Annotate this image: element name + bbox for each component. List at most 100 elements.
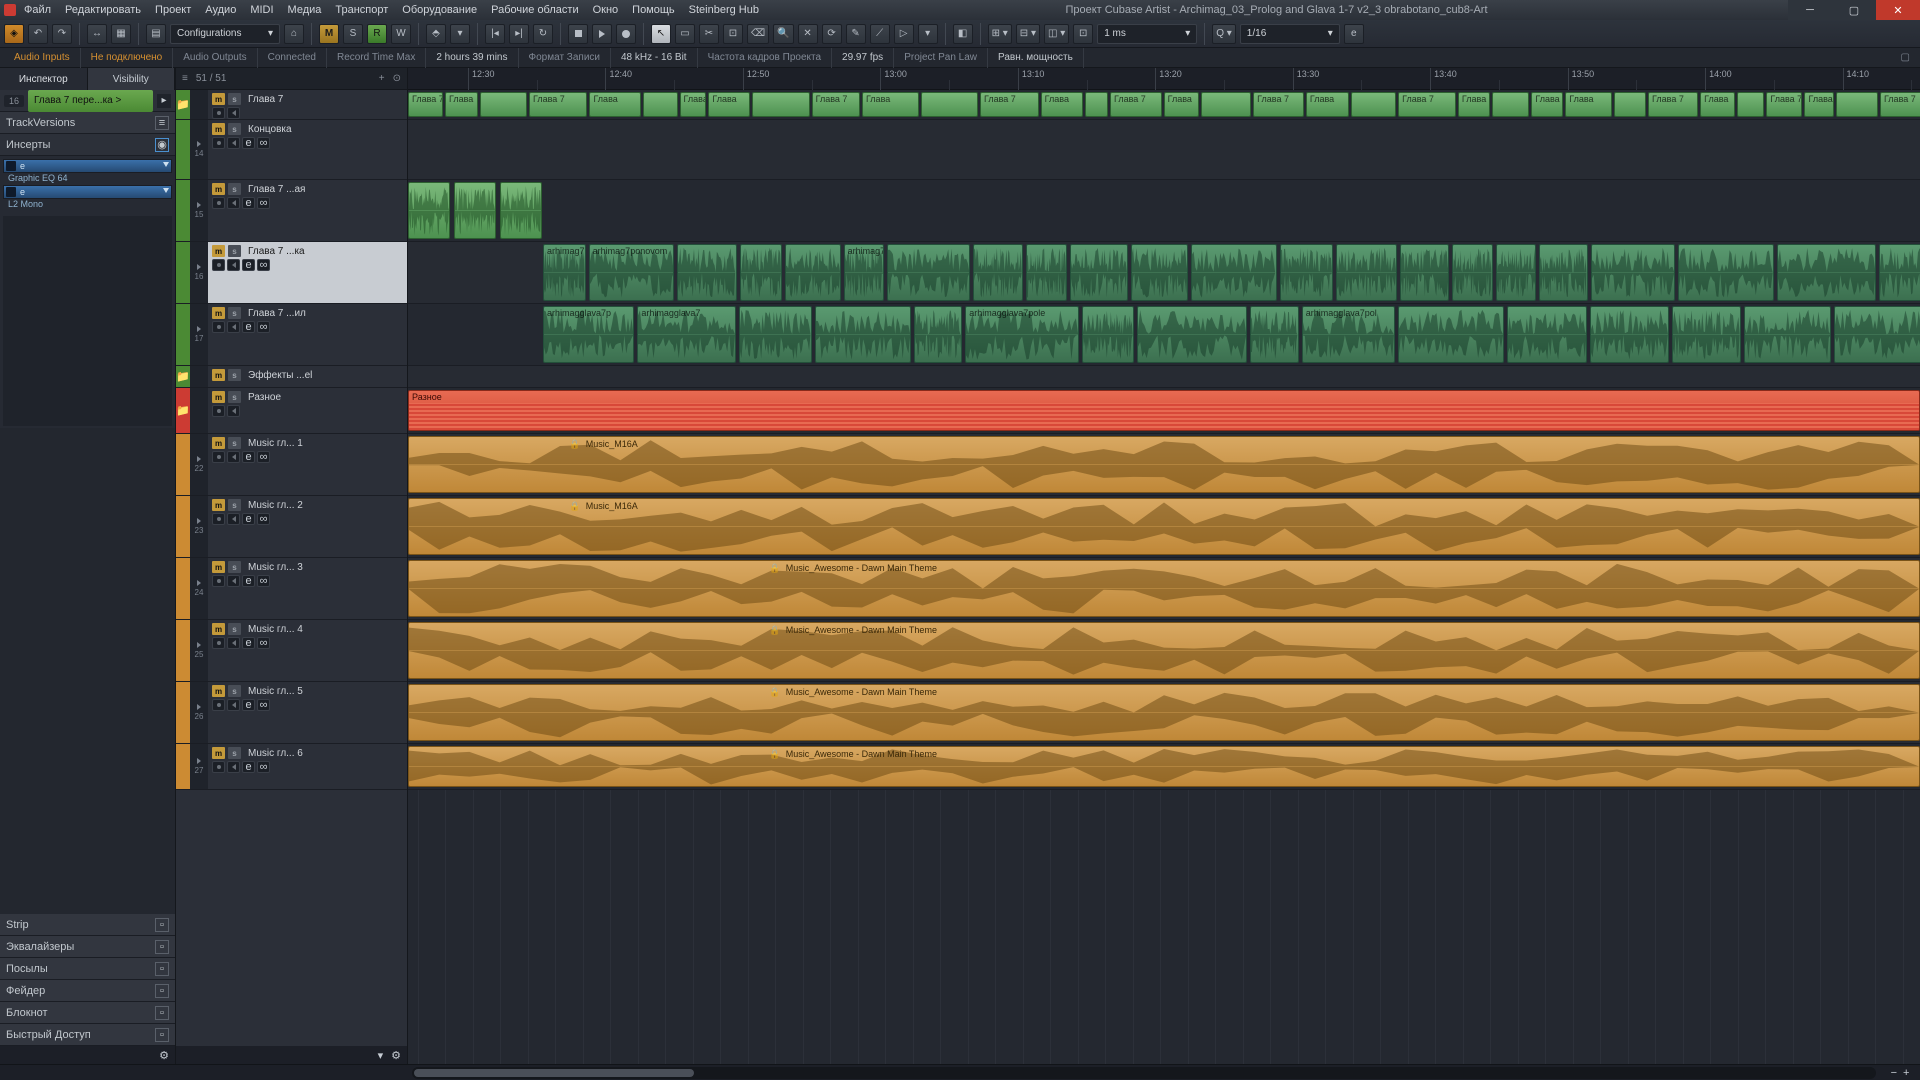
menu-midi[interactable]: MIDI	[244, 2, 279, 18]
audio-clip[interactable]: Глава	[589, 92, 641, 117]
audio-clip[interactable]	[1070, 244, 1128, 301]
audio-clip[interactable]	[1492, 92, 1529, 117]
freeze[interactable]: ∞	[257, 321, 270, 333]
power-icon[interactable]	[6, 161, 16, 171]
track-mute[interactable]: m	[212, 437, 225, 449]
menu-hub[interactable]: Steinberg Hub	[683, 2, 765, 18]
track-solo[interactable]: s	[228, 561, 241, 573]
write-button[interactable]: W	[391, 24, 411, 44]
glue-tool[interactable]: ⊡	[723, 24, 743, 44]
scrollbar-thumb[interactable]	[414, 1069, 694, 1077]
monitor[interactable]	[227, 575, 240, 587]
trackversions-section[interactable]: TrackVersions≡	[0, 112, 175, 134]
audio-clip[interactable]: Глава 7	[1880, 92, 1920, 117]
audio-clip[interactable]: Глава 7	[408, 92, 443, 117]
audio-clip[interactable]: Глава	[1164, 92, 1199, 117]
monitor[interactable]	[227, 197, 240, 209]
menu-audio[interactable]: Аудио	[199, 2, 242, 18]
audio-clip[interactable]	[1336, 244, 1397, 301]
arrow-tool[interactable]: ↖	[651, 24, 671, 44]
track-row[interactable]: 14msКонцовкаe∞	[176, 120, 407, 180]
read-button[interactable]: R	[367, 24, 387, 44]
audio-clip[interactable]	[887, 244, 970, 301]
automation-button[interactable]: ⬘	[426, 24, 446, 44]
track-row[interactable]: 24msMusic гл... 3e∞	[176, 558, 407, 620]
track-mute[interactable]: m	[212, 123, 225, 135]
configurations-dropdown[interactable]: Configurations▾	[170, 24, 280, 44]
record-enable[interactable]	[212, 637, 225, 649]
record-enable[interactable]	[212, 259, 225, 271]
audio-clip[interactable]: 🔒 Music_Awesome - Dawn Main Theme	[408, 684, 1920, 741]
grid-type[interactable]: ◫ ▾	[1044, 24, 1069, 44]
track-row[interactable]: 22msMusic гл... 1e∞	[176, 434, 407, 496]
automation-mode[interactable]: ▾	[450, 24, 470, 44]
ruler[interactable]: 12:3012:4012:5013:0013:1013:2013:3013:40…	[408, 68, 1920, 90]
menu-edit[interactable]: Редактировать	[59, 2, 147, 18]
audio-clip[interactable]	[1507, 306, 1587, 363]
monitor[interactable]	[227, 107, 240, 119]
menu-devices[interactable]: Оборудование	[396, 2, 483, 18]
constrain-button[interactable]: ↔	[87, 24, 107, 44]
audio-clip[interactable]	[677, 244, 736, 301]
horizontal-scrollbar[interactable]	[412, 1067, 1876, 1079]
track-solo[interactable]: s	[228, 369, 241, 381]
line-tool[interactable]: ⟋	[870, 24, 890, 44]
menu-project[interactable]: Проект	[149, 2, 197, 18]
audio-clip[interactable]: Глава 7	[1531, 92, 1563, 117]
audio-clip[interactable]	[1398, 306, 1504, 363]
audio-clip[interactable]	[1590, 306, 1669, 363]
fader-section[interactable]: Фейдер▫	[0, 980, 175, 1002]
audio-clip[interactable]: Глава 7	[1253, 92, 1304, 117]
audio-clip[interactable]	[480, 92, 527, 117]
add-track-button[interactable]: +	[379, 73, 385, 84]
chevron-down-icon[interactable]	[163, 188, 169, 193]
freeze[interactable]: ∞	[257, 637, 270, 649]
track-solo[interactable]: s	[228, 623, 241, 635]
nudge-button[interactable]: ⊡	[1073, 24, 1093, 44]
divider-button[interactable]: ▦	[111, 24, 131, 44]
track-mute[interactable]: m	[212, 245, 225, 257]
track-solo[interactable]: s	[228, 183, 241, 195]
audio-clip[interactable]	[1137, 306, 1247, 363]
audio-clip[interactable]: 🔒 Music_M16A	[408, 436, 1920, 493]
freeze[interactable]: ∞	[257, 197, 270, 209]
notepad-section[interactable]: Блокнот▫	[0, 1002, 175, 1024]
stop-button[interactable]	[568, 24, 588, 44]
audio-clip[interactable]	[752, 92, 809, 117]
audio-clip[interactable]: Глава 7	[1398, 92, 1456, 117]
gear-icon[interactable]: ⚙	[391, 1049, 401, 1062]
audio-clip[interactable]	[1678, 244, 1774, 301]
audio-clip[interactable]	[739, 306, 812, 363]
strip-section[interactable]: Strip▫	[0, 914, 175, 936]
inspector-tab[interactable]: Инспектор	[0, 68, 88, 90]
record-enable[interactable]	[212, 321, 225, 333]
zoom-tool[interactable]: 🔍	[773, 24, 793, 44]
track-row[interactable]: 📁msГлава 7	[176, 90, 407, 120]
edit-channel[interactable]: e	[242, 137, 255, 149]
record-enable[interactable]	[212, 699, 225, 711]
monitor[interactable]	[227, 637, 240, 649]
menu-transport[interactable]: Транспорт	[329, 2, 394, 18]
freeze[interactable]: ∞	[257, 451, 270, 463]
grid-value[interactable]: 1 ms▾	[1097, 24, 1197, 44]
menu-help[interactable]: Помощь	[626, 2, 681, 18]
audio-clip[interactable]: arhimag7p	[844, 244, 884, 301]
track-mute[interactable]: m	[212, 391, 225, 403]
track-solo[interactable]: s	[228, 245, 241, 257]
color-tool[interactable]: ▾	[918, 24, 938, 44]
edit-channel[interactable]: e	[242, 575, 255, 587]
zoom-in-h[interactable]: +	[1903, 1067, 1909, 1079]
freeze[interactable]: ∞	[257, 575, 270, 587]
monitor[interactable]	[227, 259, 240, 271]
audio-clip[interactable]: Глава 7	[1110, 92, 1162, 117]
audio-clip[interactable]	[1400, 244, 1450, 301]
edit-channel[interactable]: e	[242, 699, 255, 711]
redo-button[interactable]: ↷	[52, 24, 72, 44]
record-enable[interactable]	[212, 761, 225, 773]
folder-clip[interactable]: Разное	[408, 390, 1920, 431]
edit-channel[interactable]: e	[242, 761, 255, 773]
track-solo[interactable]: s	[228, 437, 241, 449]
audio-clip[interactable]	[1280, 244, 1333, 301]
audio-clip[interactable]	[1085, 92, 1108, 117]
track-row[interactable]: 23msMusic гл... 2e∞	[176, 496, 407, 558]
